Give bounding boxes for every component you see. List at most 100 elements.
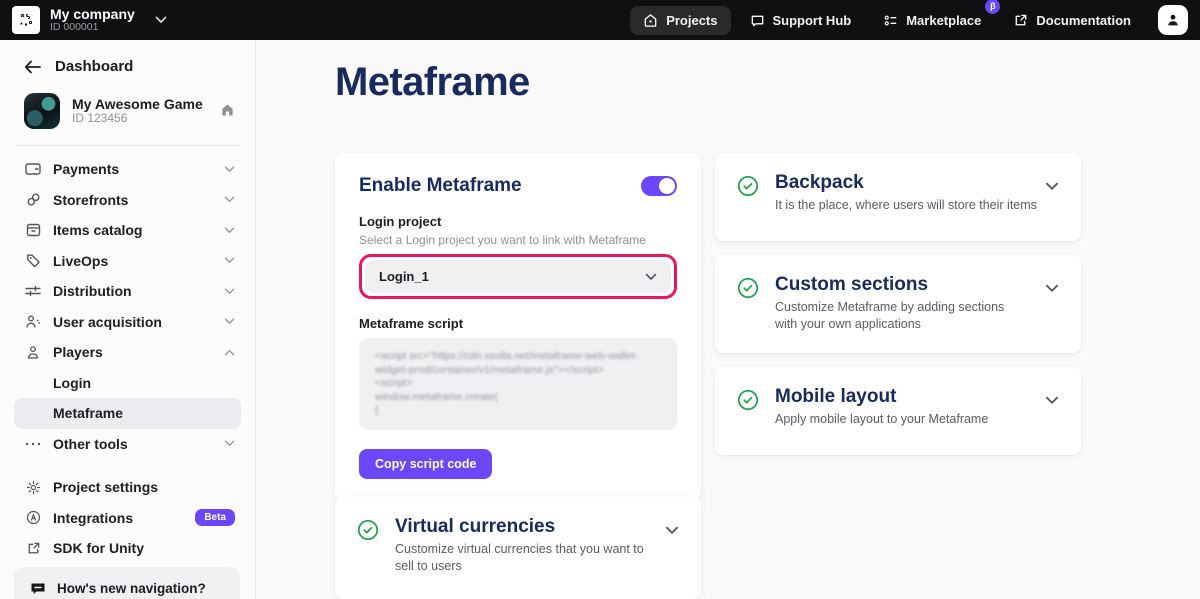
card-description: Customize Metaframe by adding sections w… <box>775 299 1025 333</box>
sidebar-item-distribution[interactable]: Distribution <box>0 276 255 307</box>
chevron-down-icon[interactable] <box>155 16 167 24</box>
nav-support-hub[interactable]: Support Hub <box>737 6 865 35</box>
speech-bubble-icon <box>30 581 46 596</box>
card-description: It is the place, where users will store … <box>775 197 1045 214</box>
nav-projects-label: Projects <box>666 13 717 28</box>
circled-a-icon <box>24 510 42 525</box>
chevron-down-icon <box>224 227 235 234</box>
sidebar-item-label: Storefronts <box>53 192 128 208</box>
sidebar-item-storefronts[interactable]: Storefronts <box>0 185 255 216</box>
sidebar-item-integrations[interactable]: Integrations Beta <box>0 503 255 534</box>
game-avatar <box>24 93 60 129</box>
project-row[interactable]: My Awesome Game ID 123456 <box>0 85 255 143</box>
virtual-currencies-card[interactable]: Virtual currencies Customize virtual cur… <box>335 497 701 599</box>
card-description: Customize virtual currencies that you wa… <box>395 541 645 575</box>
chevron-down-icon <box>224 257 235 264</box>
whats-new-navigation-banner[interactable]: How's new navigation? <box>14 567 240 599</box>
enable-metaframe-heading: Enable Metaframe <box>359 175 522 197</box>
card-title: Custom sections <box>775 274 1045 296</box>
company-name: My company <box>50 7 135 22</box>
script-line: window.metaframe.create( <box>375 391 661 405</box>
marketplace-beta-badge: β <box>985 0 1000 14</box>
chevron-down-icon[interactable] <box>1045 284 1059 293</box>
marketplace-icon <box>883 13 898 28</box>
copy-script-code-button[interactable]: Copy script code <box>359 449 492 479</box>
sidebar-item-label: LiveOps <box>53 253 108 269</box>
enable-metaframe-toggle[interactable] <box>641 176 677 196</box>
sidebar-item-login[interactable]: Login <box>0 368 255 399</box>
nav-marketplace-label: Marketplace <box>906 13 981 28</box>
card-title: Virtual currencies <box>395 516 665 538</box>
toggle-knob <box>659 178 675 194</box>
sidebar-item-label: Other tools <box>53 436 128 452</box>
enable-metaframe-card: Enable Metaframe Login project Select a … <box>335 153 701 501</box>
sidebar-item-label: Integrations <box>53 510 133 526</box>
metaframe-script-code: <script src="https://cdn.xsolla.net/meta… <box>359 338 677 430</box>
sidebar-item-label: Login <box>53 375 91 391</box>
sidebar-item-sdk-for-unity[interactable]: SDK for Unity <box>0 533 255 564</box>
sidebar-item-players[interactable]: Players <box>0 337 255 368</box>
sidebar-item-metaframe[interactable]: Metaframe <box>14 398 241 429</box>
user-plus-icon <box>24 314 42 329</box>
integrations-beta-badge: Beta <box>195 509 235 526</box>
chevron-down-icon <box>224 166 235 173</box>
check-circle-icon <box>737 277 759 304</box>
sidebar-item-label: Items catalog <box>53 222 142 238</box>
back-arrow-icon <box>24 60 41 74</box>
sidebar-item-liveops[interactable]: LiveOps <box>0 246 255 277</box>
external-link-icon <box>24 541 42 556</box>
mobile-layout-card[interactable]: Mobile layout Apply mobile layout to you… <box>715 367 1081 455</box>
script-line: <script> <box>375 377 661 391</box>
topbar: My company ID 000001 Projects Support Hu… <box>0 0 1200 40</box>
sidebar-item-user-acquisition[interactable]: User acquisition <box>0 307 255 338</box>
card-title: Backpack <box>775 172 1045 194</box>
sliders-icon <box>24 285 42 297</box>
sidebar-gap <box>0 459 255 472</box>
home-icon[interactable] <box>220 103 235 122</box>
sidebar-item-items-catalog[interactable]: Items catalog <box>0 215 255 246</box>
external-link-icon <box>1013 13 1028 28</box>
company-switcher[interactable]: My company ID 000001 <box>50 7 135 33</box>
user-icon <box>1165 12 1181 28</box>
login-project-hint: Select a Login project you want to link … <box>359 233 677 247</box>
back-label: Dashboard <box>55 58 133 75</box>
backpack-card[interactable]: Backpack It is the place, where users wi… <box>715 153 1081 241</box>
gear-icon <box>24 480 42 495</box>
script-line: widget-prod/container/v1/metaframe.js"><… <box>375 364 661 378</box>
sidebar-item-project-settings[interactable]: Project settings <box>0 472 255 503</box>
login-project-value: Login_1 <box>379 269 429 284</box>
chevron-down-icon <box>645 273 657 281</box>
page-title: Metaframe <box>335 60 530 105</box>
topbar-nav: Projects Support Hub Marketplace β Docum… <box>630 6 1144 35</box>
chevron-down-icon[interactable] <box>1045 396 1059 405</box>
chevron-down-icon[interactable] <box>665 526 679 535</box>
back-to-dashboard[interactable]: Dashboard <box>0 40 255 85</box>
sidebar: Dashboard My Awesome Game ID 123456 Paym… <box>0 40 256 599</box>
chevron-up-icon <box>224 349 235 356</box>
sidebar-item-label: Players <box>53 344 103 360</box>
sidebar-item-label: Payments <box>53 161 119 177</box>
sidebar-item-label: Distribution <box>53 283 132 299</box>
sidebar-divider <box>14 145 241 146</box>
chevron-down-icon[interactable] <box>1045 182 1059 191</box>
game-name: My Awesome Game <box>72 96 203 112</box>
nav-marketplace[interactable]: Marketplace β <box>870 6 994 35</box>
whats-new-label: How's new navigation? <box>57 581 206 596</box>
login-project-select[interactable]: Login_1 <box>365 260 671 293</box>
login-project-label: Login project <box>359 214 677 229</box>
script-line: <script src="https://cdn.xsolla.net/meta… <box>375 350 661 364</box>
xsolla-logo[interactable] <box>12 6 40 34</box>
nav-documentation[interactable]: Documentation <box>1000 6 1144 35</box>
sidebar-item-payments[interactable]: Payments <box>0 154 255 185</box>
storefront-icon <box>24 192 42 207</box>
nav-projects[interactable]: Projects <box>630 6 730 35</box>
custom-sections-card[interactable]: Custom sections Customize Metaframe by a… <box>715 255 1081 353</box>
chevron-down-icon <box>224 440 235 447</box>
check-circle-icon <box>737 175 759 202</box>
sidebar-item-other-tools[interactable]: Other tools <box>0 429 255 460</box>
account-button[interactable] <box>1158 5 1188 35</box>
chevron-down-icon <box>224 196 235 203</box>
projects-icon <box>643 13 658 28</box>
check-circle-icon <box>357 519 379 546</box>
ellipsis-icon <box>24 442 42 446</box>
